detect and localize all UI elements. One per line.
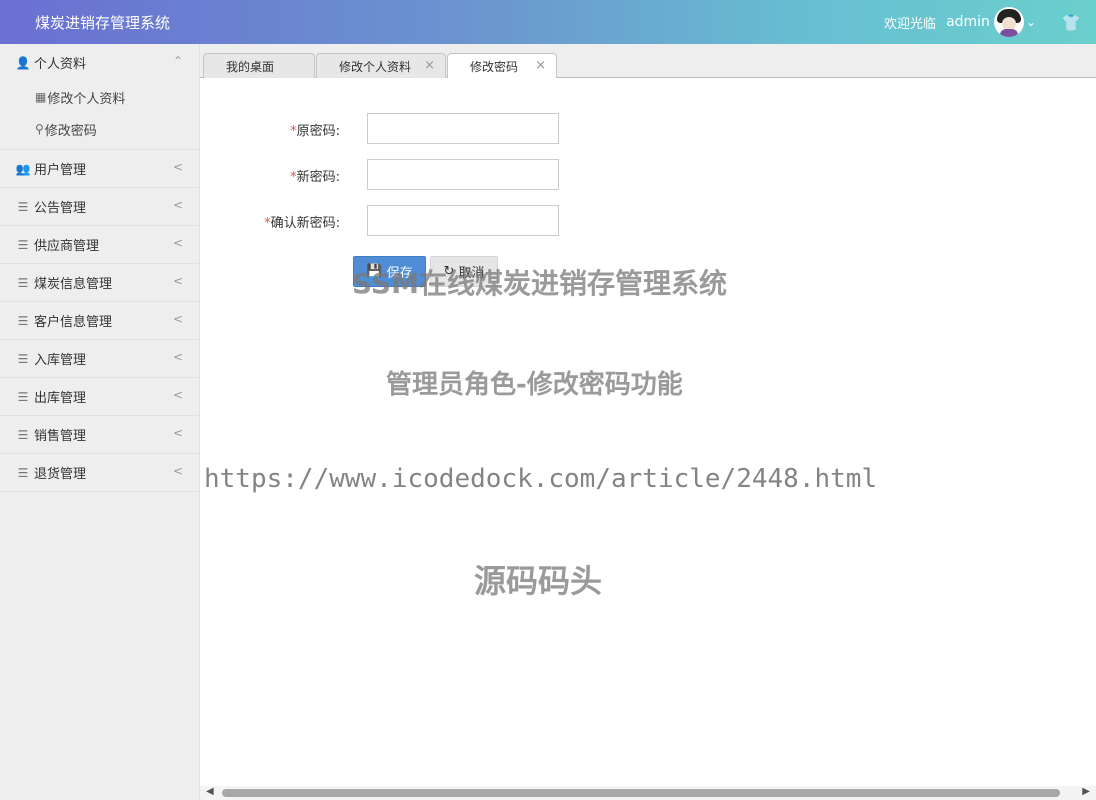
sidebar-subitem-edit-profile[interactable]: ▦ 修改个人资料 [0,81,199,113]
list-icon: ☰ [17,275,29,290]
users-icon: 👥 [15,161,31,176]
sidebar-item-label: 供应商管理 [34,239,100,254]
confirm-password-input[interactable] [367,205,559,236]
tab-label: 修改密码 [470,60,519,74]
sidebar-subitem-change-password[interactable]: ⚲ 修改密码 [0,113,199,145]
confirm-password-label: *确认新密码: [264,216,340,231]
welcome-text: 欢迎光临 [884,16,937,32]
sidebar-item-label: 入库管理 [34,353,87,368]
avatar[interactable] [993,7,1024,37]
watermark-title: SSM在线煤炭进销存管理系统 [352,267,727,300]
username[interactable]: admin [946,14,990,30]
sidebar-item-users[interactable]: 👥 用户管理 < [0,150,199,188]
scroll-right-icon[interactable]: ▶ [1082,786,1090,797]
horizontal-scrollbar[interactable]: ◀ ▶ [200,786,1096,800]
sidebar-item-label: 客户信息管理 [34,315,113,330]
tshirt-icon[interactable]: 👕 [1056,13,1086,32]
watermark-subtitle: 管理员角色-修改密码功能 [386,370,683,400]
close-icon[interactable]: × [535,58,546,73]
sidebar-item-notices[interactable]: ☰ 公告管理 < [0,188,199,226]
sidebar-subitem-label: 修改个人资料 [47,91,126,107]
chevron-left-icon: < [172,198,183,212]
chevron-left-icon: < [172,464,183,478]
tab-change-password[interactable]: 修改密码 × [447,53,557,79]
sidebar-item-suppliers[interactable]: ☰ 供应商管理 < [0,226,199,264]
list-icon: ☰ [17,237,29,252]
new-password-input[interactable] [367,159,559,190]
tab-label: 修改个人资料 [339,59,412,74]
sidebar-item-profile[interactable]: 👤 个人资料 ⌃ [0,44,199,81]
watermark-brand: 源码码头 [474,562,603,600]
tab-bar: 我的桌面 修改个人资料 × 修改密码 × [200,44,1096,79]
chevron-left-icon: < [172,236,183,250]
user-icon: 👤 [15,55,31,70]
main-content: *原密码: *新密码: *确认新密码: 💾 保存 ↻ 取消 SSM在线煤炭进销存… [200,78,1096,788]
sidebar-item-returns[interactable]: ☰ 退货管理 < [0,454,199,492]
list-icon: ☰ [17,313,29,328]
sidebar-item-label: 出库管理 [34,391,87,406]
list-icon: ☰ [17,351,29,366]
sidebar: 👤 个人资料 ⌃ ▦ 修改个人资料 ⚲ 修改密码 👥 用户管理 < ☰ 公告管理 < ☰… [0,44,200,800]
old-password-label: *原密码: [290,124,340,139]
chevron-up-icon: ⌃ [172,54,183,68]
edit-icon: ▦ [35,90,47,104]
sidebar-item-label: 用户管理 [34,163,87,178]
sidebar-item-label: 退货管理 [34,467,87,482]
scrollbar-thumb[interactable] [222,789,1060,797]
tab-label: 我的桌面 [226,59,275,74]
header-user-area: 欢迎光临 admin ⌄ 👕 [884,0,1096,44]
sidebar-item-customers[interactable]: ☰ 客户信息管理 < [0,302,199,340]
sidebar-subitem-label: 修改密码 [44,123,97,139]
sidebar-item-label: 公告管理 [34,201,87,216]
chevron-left-icon: < [172,388,183,402]
chevron-left-icon: < [172,426,183,440]
chevron-left-icon: < [172,312,183,326]
sidebar-item-outbound[interactable]: ☰ 出库管理 < [0,378,199,416]
scroll-left-icon[interactable]: ◀ [206,786,214,797]
old-password-input[interactable] [367,113,559,144]
sidebar-group-profile: 👤 个人资料 ⌃ ▦ 修改个人资料 ⚲ 修改密码 [0,44,199,150]
sidebar-item-label: 煤炭信息管理 [34,277,113,292]
confirm-password-row: *确认新密码: [200,205,800,237]
chevron-left-icon: < [172,274,183,288]
sidebar-item-coal-info[interactable]: ☰ 煤炭信息管理 < [0,264,199,302]
close-icon[interactable]: × [424,58,435,73]
chevron-left-icon: < [172,350,183,364]
new-password-label: *新密码: [290,170,340,185]
tab-edit-profile[interactable]: 修改个人资料 × [316,53,446,78]
tab-desktop[interactable]: 我的桌面 [203,53,315,78]
list-icon: ☰ [17,465,29,480]
app-title: 煤炭进销存管理系统 [35,14,171,32]
new-password-row: *新密码: [200,159,800,191]
chevron-left-icon: < [172,160,183,174]
sidebar-item-label: 销售管理 [34,429,87,444]
top-header: 煤炭进销存管理系统 欢迎光临 admin ⌄ 👕 [0,0,1096,44]
sidebar-item-inbound[interactable]: ☰ 入库管理 < [0,340,199,378]
list-icon: ☰ [17,389,29,404]
sidebar-item-label: 个人资料 [34,57,87,72]
list-icon: ☰ [17,427,29,442]
key-icon: ⚲ [35,122,44,136]
watermark-url: https://www.icodedock.com/article/2448.h… [204,464,878,494]
old-password-row: *原密码: [200,113,800,145]
sidebar-item-sales[interactable]: ☰ 销售管理 < [0,416,199,454]
chevron-down-icon[interactable]: ⌄ [1026,15,1036,29]
list-icon: ☰ [17,199,29,214]
